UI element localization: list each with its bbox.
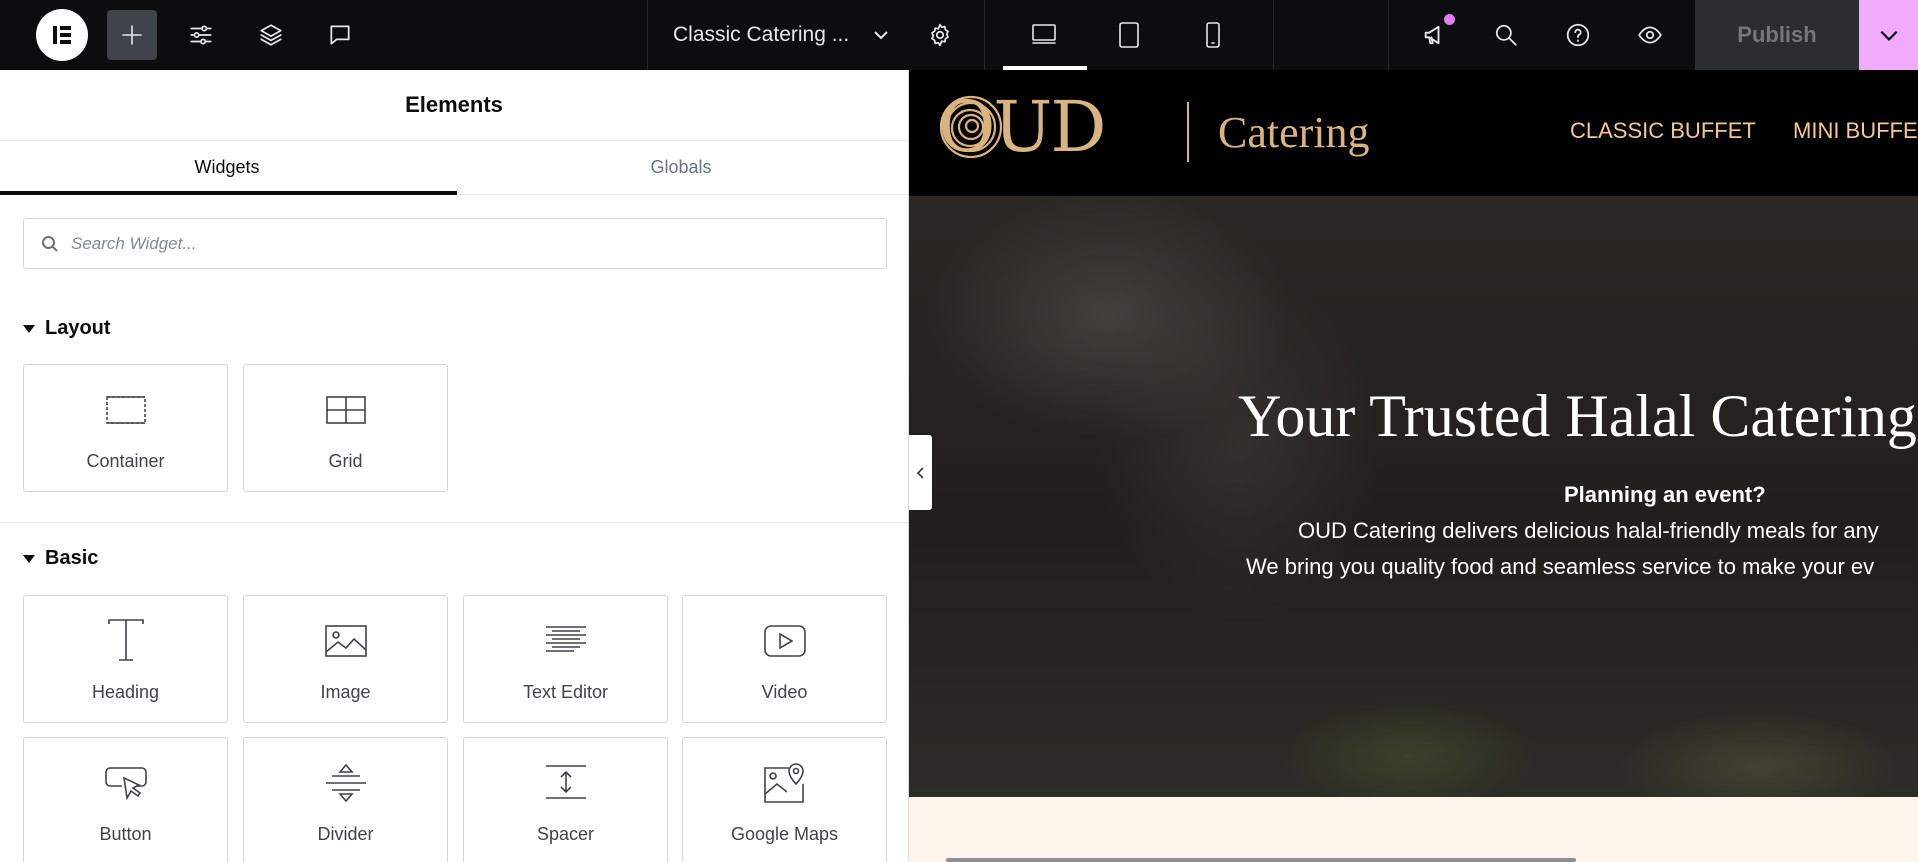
widget-label: Text Editor (522, 682, 609, 702)
hero-title: Your Trusted Halal Catering (1238, 383, 1917, 449)
widget-video[interactable]: Video (682, 595, 887, 723)
hero-text-line-1: OUD Catering delivers delicious halal-fr… (1298, 518, 1879, 543)
collapse-panel-button[interactable] (909, 435, 932, 510)
tab-widgets[interactable]: Widgets (0, 141, 454, 194)
button-icon (104, 767, 147, 801)
google-maps-icon (763, 763, 804, 803)
brand-tagline: Catering (1218, 108, 1370, 157)
chevron-left-icon (916, 466, 926, 480)
panel-title: Elements (0, 70, 908, 141)
caret-down-icon (23, 554, 35, 563)
scrollbar-thumb[interactable] (946, 858, 1576, 862)
site-header: OUD Catering CLASSIC BUFFET MINI BUFFET (909, 70, 1918, 196)
widget-text-editor[interactable]: Text Editor (463, 595, 668, 723)
help-icon[interactable] (1560, 0, 1596, 70)
active-tab-underline (0, 191, 457, 195)
widget-search (23, 218, 887, 269)
desktop-view-icon[interactable] (1026, 0, 1062, 70)
category-title: Layout (45, 317, 111, 339)
widget-label: Heading (91, 682, 160, 702)
comments-icon[interactable] (322, 0, 358, 70)
toolbar-divider (984, 0, 985, 70)
video-icon (763, 625, 806, 657)
toolbar-divider (647, 0, 648, 70)
widget-label: Button (99, 824, 152, 844)
widget-label: Image (320, 682, 371, 702)
widget-grid[interactable]: Grid (243, 364, 448, 492)
toolbar-divider (1273, 0, 1274, 70)
nav-classic-buffet[interactable]: CLASSIC BUFFET (1570, 118, 1756, 144)
image-icon (324, 625, 367, 657)
next-section (909, 797, 1918, 862)
elements-panel: Elements Widgets Globals Layout Containe… (0, 70, 909, 862)
heading-icon (107, 619, 144, 661)
hero-subtitle: Planning an event? (1564, 482, 1766, 507)
hero-overlay (909, 196, 1918, 797)
nav-mini-buffet[interactable]: MINI BUFFET (1793, 118, 1918, 144)
tab-globals[interactable]: Globals (454, 141, 908, 194)
layers-icon[interactable] (253, 0, 289, 70)
publish-button[interactable]: Publish (1695, 0, 1859, 70)
brand-name: OUD (938, 86, 1107, 168)
widget-spacer[interactable]: Spacer (463, 737, 668, 862)
spacer-icon (545, 765, 586, 799)
widget-heading[interactable]: Heading (23, 595, 228, 723)
widget-image[interactable]: Image (243, 595, 448, 723)
divider-icon (325, 763, 366, 803)
category-basic-toggle[interactable]: Basic (23, 547, 98, 570)
brand-separator (1187, 102, 1189, 162)
search-icon (41, 235, 59, 253)
widget-divider[interactable]: Divider (243, 737, 448, 862)
add-element-button[interactable] (107, 0, 157, 70)
caret-down-icon (23, 324, 35, 333)
widget-button[interactable]: Button (23, 737, 228, 862)
widget-label: Google Maps (730, 824, 839, 844)
chevron-down-icon (1878, 24, 1900, 46)
publish-options-button[interactable] (1859, 0, 1918, 70)
elementor-logo-icon[interactable] (35, 0, 89, 70)
chevron-down-icon (871, 25, 891, 45)
notification-dot (1444, 14, 1455, 25)
text-editor-icon (545, 626, 586, 652)
grid-icon (325, 396, 366, 424)
tablet-view-icon[interactable] (1111, 0, 1147, 70)
search-widget-input[interactable] (71, 233, 851, 254)
toolbar-divider (1388, 0, 1389, 70)
hero-text-line-2: We bring you quality food and seamless s… (1246, 554, 1875, 579)
category-title: Basic (45, 547, 99, 569)
top-bar: Classic Catering ... Publish (0, 0, 1918, 70)
horizontal-scrollbar[interactable] (919, 858, 1918, 862)
page-preview[interactable]: OUD Catering CLASSIC BUFFET MINI BUFFET … (909, 70, 1918, 862)
document-title-dropdown[interactable]: Classic Catering ... (673, 0, 891, 70)
widget-label: Container (86, 451, 165, 471)
site-settings-icon[interactable] (183, 0, 219, 70)
category-divider (0, 522, 908, 523)
widget-label: Divider (317, 824, 374, 844)
document-title: Classic Catering ... (673, 23, 850, 46)
brand-logo[interactable]: OUD (938, 86, 1107, 168)
widget-label: Video (761, 682, 808, 702)
plus-icon (107, 10, 157, 60)
whats-new-megaphone-icon[interactable] (1417, 0, 1455, 70)
panel-tabs: Widgets Globals (0, 141, 908, 195)
widget-container[interactable]: Container (23, 364, 228, 492)
category-layout-toggle[interactable]: Layout (23, 317, 111, 340)
hero-section: Your Trusted Halal Catering Planning an … (909, 196, 1918, 797)
widget-label: Grid (328, 451, 363, 471)
widget-label: Spacer (536, 824, 595, 844)
search-icon[interactable] (1488, 0, 1524, 70)
widget-google-maps[interactable]: Google Maps (682, 737, 887, 862)
preview-eye-icon[interactable] (1632, 0, 1668, 70)
page-settings-gear-icon[interactable] (922, 0, 958, 70)
mobile-view-icon[interactable] (1195, 0, 1231, 70)
container-icon (105, 396, 146, 424)
